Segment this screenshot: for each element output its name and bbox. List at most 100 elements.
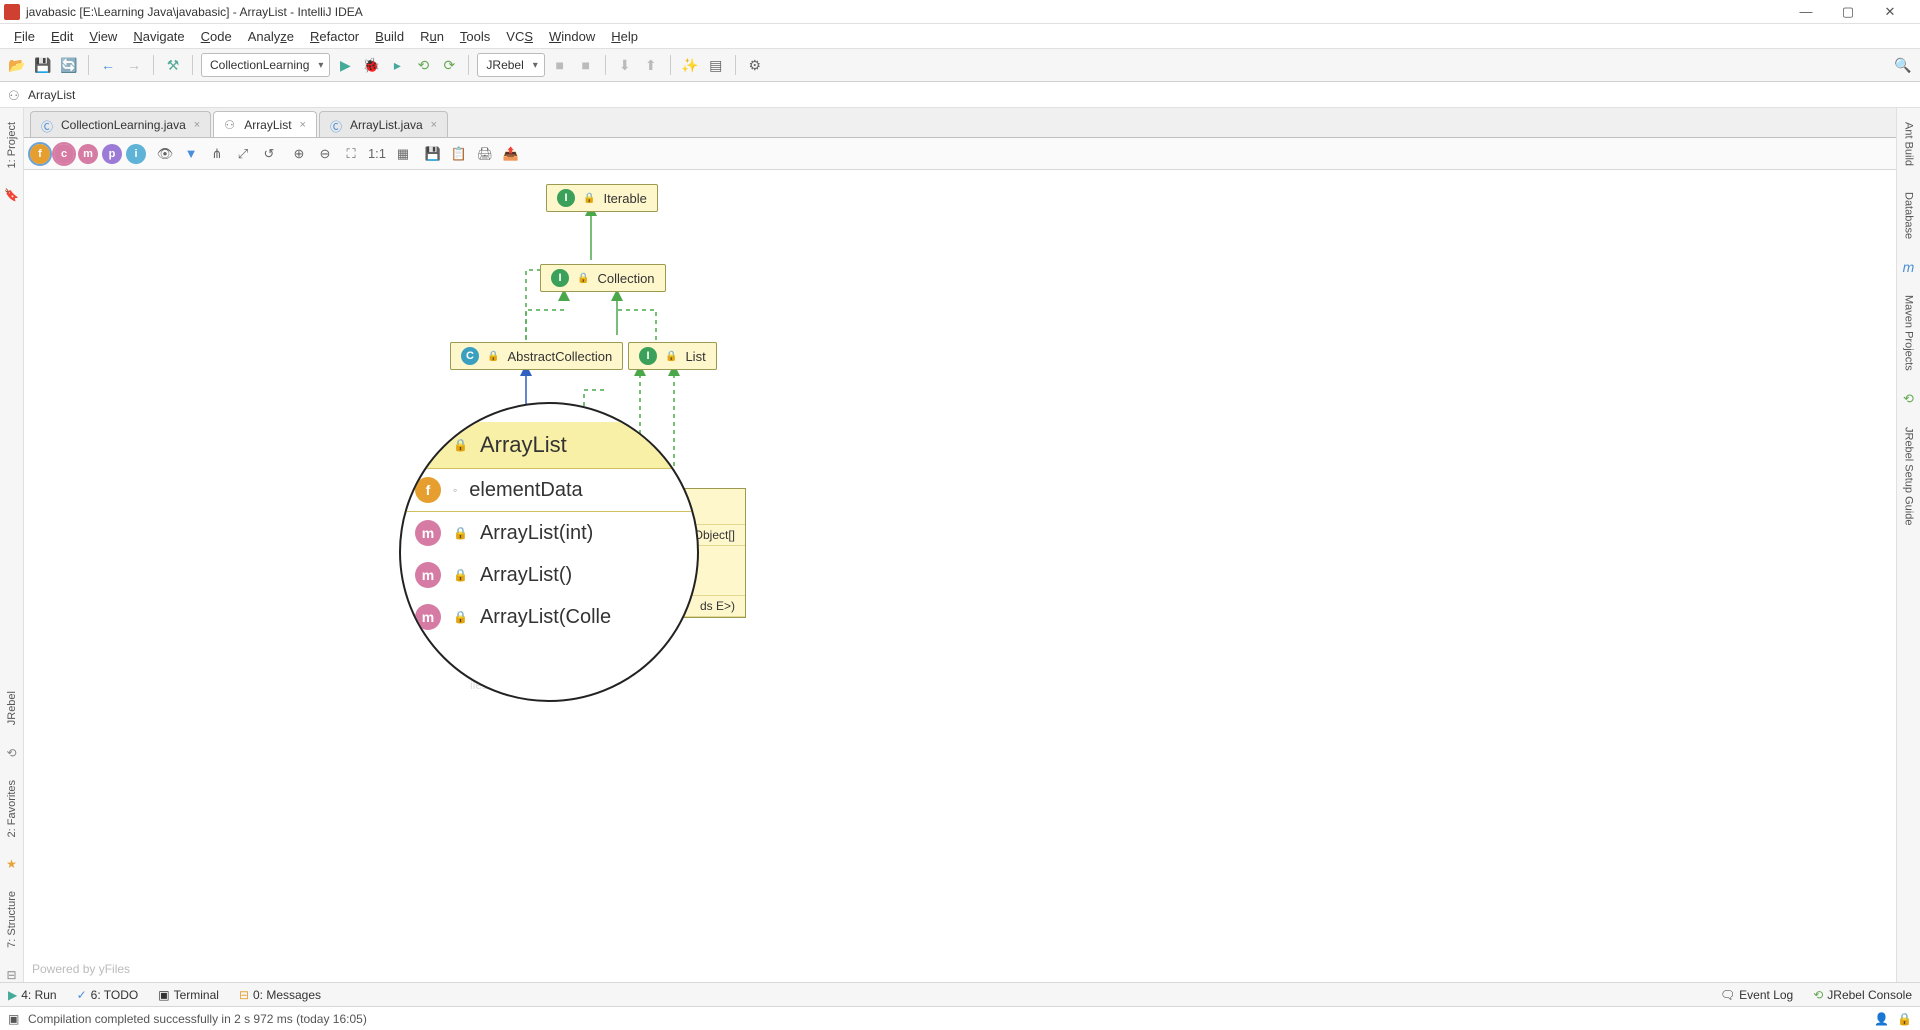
lock-icon[interactable]: 🔒: [1897, 1012, 1912, 1026]
filter-icon[interactable]: ▼: [180, 143, 202, 165]
project-tool-tab[interactable]: 1: Project: [4, 116, 20, 174]
tab-label: ArrayList: [244, 118, 291, 132]
menu-tools[interactable]: Tools: [452, 27, 498, 46]
event-log-tab[interactable]: 🗨Event Log: [1720, 988, 1793, 1002]
constructors-filter[interactable]: c: [54, 144, 74, 164]
tab-collectionlearning[interactable]: Ⓒ CollectionLearning.java ×: [30, 111, 211, 137]
fields-filter[interactable]: f: [30, 144, 50, 164]
tab-arraylist-java[interactable]: Ⓒ ArrayList.java ×: [319, 111, 448, 137]
minimize-button[interactable]: —: [1794, 4, 1818, 20]
magnified-header: C 🔒 ArrayList: [401, 422, 697, 469]
structure-tool-tab[interactable]: 7: Structure: [4, 885, 20, 954]
gear-icon[interactable]: ⚙: [744, 54, 766, 76]
close-icon[interactable]: ×: [300, 119, 306, 131]
menu-window[interactable]: Window: [541, 27, 603, 46]
separator: [153, 55, 154, 75]
grid-icon[interactable]: ▦: [392, 143, 414, 165]
jrebel-console-tab[interactable]: ⟲JRebel Console: [1813, 988, 1912, 1002]
tab-arraylist-diagram[interactable]: ⚇ ArrayList ×: [213, 111, 317, 137]
stop-icon[interactable]: ■: [549, 54, 571, 76]
copy-icon[interactable]: 📋: [448, 143, 470, 165]
menu-view[interactable]: View: [81, 27, 125, 46]
ant-build-tab[interactable]: Ant Build: [1901, 116, 1917, 172]
save-icon[interactable]: 💾: [32, 54, 54, 76]
zoom-out-icon[interactable]: ⊖: [314, 143, 336, 165]
menu-analyze[interactable]: Analyze: [240, 27, 302, 46]
debug-icon[interactable]: 🐞: [360, 54, 382, 76]
title-bar: javabasic [E:\Learning Java\javabasic] -…: [0, 0, 1920, 24]
open-icon[interactable]: 📂: [6, 54, 28, 76]
lock-icon: 🔒: [453, 526, 468, 540]
inner-filter[interactable]: i: [126, 144, 146, 164]
structure-icon[interactable]: ▤: [705, 54, 727, 76]
main-toolbar: 📂 💾 🔄 ← → ⚒ CollectionLearning ▶ 🐞 ▸ ⟲ ⟳…: [0, 48, 1920, 82]
run-coverage-icon[interactable]: ▸: [386, 54, 408, 76]
maven-icon: m: [1903, 259, 1915, 275]
node-collection[interactable]: I 🔒 Collection: [540, 264, 666, 292]
vcs-update-icon[interactable]: ⬇: [614, 54, 636, 76]
database-tab[interactable]: Database: [1901, 186, 1917, 245]
menu-navigate[interactable]: Navigate: [125, 27, 192, 46]
close-button[interactable]: ✕: [1878, 4, 1902, 20]
zoom-fit-icon[interactable]: ⛶: [340, 143, 362, 165]
menu-vcs[interactable]: VCS: [498, 27, 541, 46]
menu-refactor[interactable]: Refactor: [302, 27, 367, 46]
magnified-title: ArrayList: [480, 432, 567, 458]
window-title: javabasic [E:\Learning Java\javabasic] -…: [26, 5, 1794, 19]
lock-icon: 🔒: [453, 568, 468, 582]
interface-icon: I: [639, 347, 657, 365]
maximize-button[interactable]: ▢: [1836, 4, 1860, 20]
jrebel-guide-tab[interactable]: JRebel Setup Guide: [1901, 421, 1917, 531]
jrebel-debug-icon[interactable]: ⟳: [438, 54, 460, 76]
favorites-tool-tab[interactable]: 2: Favorites: [4, 774, 20, 843]
zoom-actual-icon[interactable]: 1:1: [366, 143, 388, 165]
back-icon[interactable]: ←: [97, 54, 119, 76]
search-icon[interactable]: 🔍: [1892, 54, 1914, 76]
close-icon[interactable]: ×: [194, 119, 200, 131]
node-abstractcollection[interactable]: C 🔒 AbstractCollection: [450, 342, 623, 370]
wand-icon[interactable]: ✨: [679, 54, 701, 76]
print-icon[interactable]: 🖨: [474, 143, 496, 165]
layout-icon[interactable]: ⋔: [206, 143, 228, 165]
node-list[interactable]: I 🔒 List: [628, 342, 717, 370]
magnified-label: ArrayList(int): [480, 522, 593, 545]
menu-run[interactable]: Run: [412, 27, 452, 46]
menu-build[interactable]: Build: [367, 27, 412, 46]
fit-icon[interactable]: ⤢: [232, 143, 254, 165]
apply-layout-icon[interactable]: ↺: [258, 143, 280, 165]
build-icon[interactable]: ⚒: [162, 54, 184, 76]
run-tab[interactable]: ▶4: Run: [8, 988, 57, 1002]
close-icon[interactable]: ×: [431, 119, 437, 131]
menu-help[interactable]: Help: [603, 27, 646, 46]
stop2-icon[interactable]: ■: [575, 54, 597, 76]
methods-filter[interactable]: m: [78, 144, 98, 164]
vcs-commit-icon[interactable]: ⬆: [640, 54, 662, 76]
maven-tab[interactable]: Maven Projects: [1901, 289, 1917, 377]
menu-code[interactable]: Code: [193, 27, 240, 46]
zoom-in-icon[interactable]: ⊕: [288, 143, 310, 165]
hector-icon[interactable]: 👤: [1874, 1012, 1889, 1026]
bookmark-icon[interactable]: 🔖: [4, 188, 19, 202]
properties-filter[interactable]: p: [102, 144, 122, 164]
class-icon: Ⓒ: [330, 118, 344, 132]
jrebel-run-icon[interactable]: ⟲: [412, 54, 434, 76]
menu-edit[interactable]: Edit: [43, 27, 81, 46]
jrebel-dropdown[interactable]: JRebel: [477, 53, 544, 77]
node-iterable[interactable]: I 🔒 Iterable: [546, 184, 658, 212]
modifier-icon: ◦: [453, 483, 457, 497]
run-config-dropdown[interactable]: CollectionLearning: [201, 53, 330, 77]
diagram-canvas[interactable]: I 🔒 Iterable I 🔒 Collection C 🔒 Abstract…: [24, 170, 1896, 982]
lock-icon: 🔒: [583, 193, 595, 204]
todo-tab[interactable]: ✓6: TODO: [77, 988, 139, 1002]
menu-file[interactable]: File: [6, 27, 43, 46]
export-icon[interactable]: 📤: [500, 143, 522, 165]
visibility-icon[interactable]: 👁: [154, 143, 176, 165]
class-icon: C: [415, 432, 441, 458]
jrebel-tool-tab[interactable]: JRebel: [4, 685, 20, 731]
forward-icon[interactable]: →: [123, 54, 145, 76]
run-icon[interactable]: ▶: [334, 54, 356, 76]
terminal-tab[interactable]: ▣Terminal: [158, 988, 219, 1002]
messages-tab[interactable]: ⊟0: Messages: [239, 988, 321, 1002]
save-diagram-icon[interactable]: 💾: [422, 143, 444, 165]
sync-icon[interactable]: 🔄: [58, 54, 80, 76]
